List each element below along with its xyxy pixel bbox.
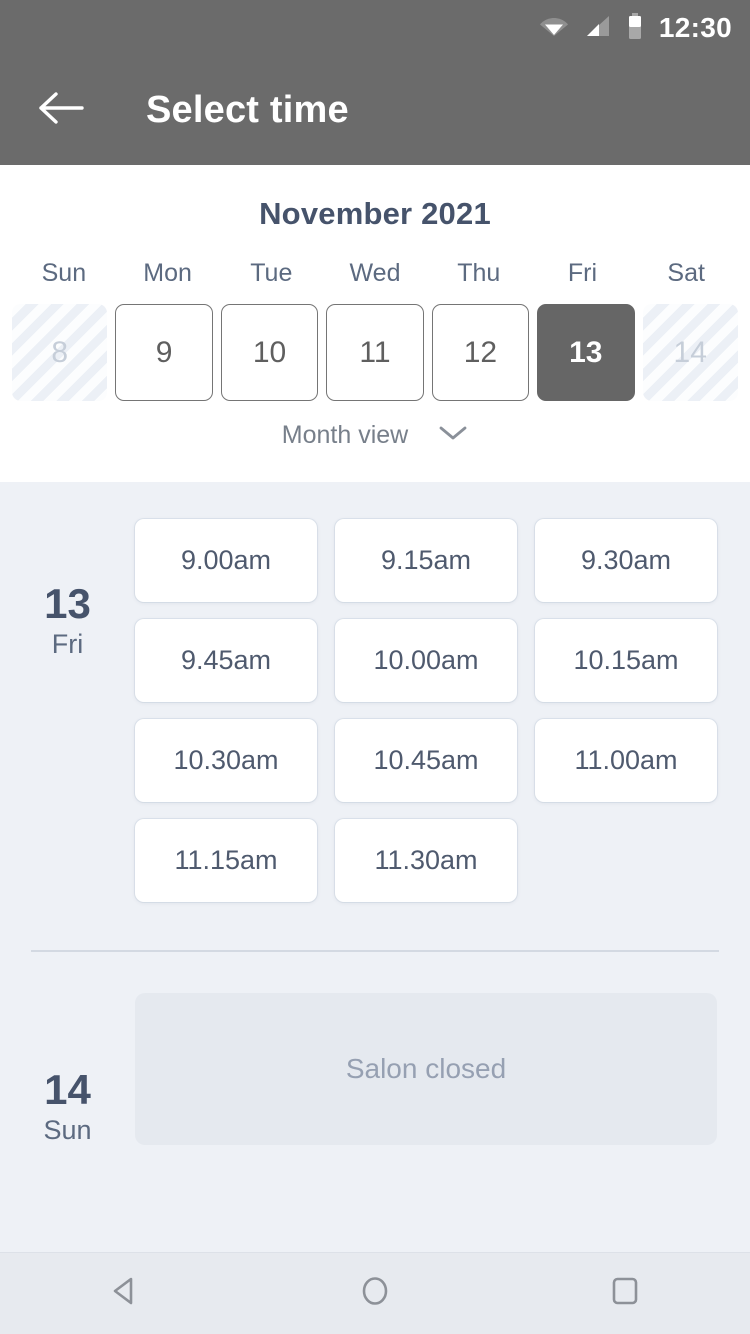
status-bar: 12:30 bbox=[0, 0, 750, 56]
day-label-weekday: Fri bbox=[51, 629, 84, 660]
calendar-day-10[interactable]: 10 bbox=[220, 304, 319, 401]
calendar-panel: November 2021 Sun Mon Tue Wed Thu Fri Sa… bbox=[0, 165, 750, 482]
time-slot-grid: 9.00am 9.15am 9.30am 9.45am 10.00am 10.1… bbox=[135, 519, 750, 902]
salon-closed-card: Salon closed bbox=[135, 993, 717, 1145]
day-label-weekday: Sun bbox=[43, 1115, 92, 1146]
arrow-left-icon bbox=[38, 90, 86, 131]
day-label-number: 14 bbox=[44, 1066, 91, 1113]
month-view-label: Month view bbox=[281, 421, 409, 449]
calendar-day-14: 14 bbox=[642, 304, 738, 401]
battery-icon bbox=[627, 12, 643, 44]
weekday-label: Sat bbox=[667, 259, 705, 287]
calendar-day-11[interactable]: 11 bbox=[326, 304, 424, 401]
signal-icon bbox=[585, 14, 611, 43]
weekday-label: Thu bbox=[457, 259, 501, 287]
calendar-month-title: November 2021 bbox=[259, 196, 491, 231]
nav-back-icon bbox=[105, 1271, 145, 1316]
nav-home-button[interactable] bbox=[315, 1253, 435, 1334]
time-slot[interactable]: 10.45am bbox=[335, 719, 517, 802]
page-title: Select time bbox=[146, 89, 349, 131]
calendar-day-row: 8 9 10 11 12 13 14 bbox=[0, 304, 750, 401]
weekday-label: Fri bbox=[567, 259, 598, 287]
calendar-day-12[interactable]: 12 bbox=[431, 304, 530, 401]
time-slot[interactable]: 10.30am bbox=[135, 719, 317, 802]
status-bar-clock: 12:30 bbox=[658, 12, 732, 43]
time-slot[interactable]: 11.15am bbox=[135, 819, 317, 902]
calendar-day-9[interactable]: 9 bbox=[115, 304, 213, 401]
day-group-14: 14 Sun Salon closed bbox=[0, 952, 750, 1146]
time-slot[interactable]: 11.30am bbox=[335, 819, 517, 902]
nav-back-button[interactable] bbox=[65, 1253, 185, 1334]
month-view-toggle[interactable]: Month view bbox=[0, 421, 750, 450]
weekday-label: Tue bbox=[250, 259, 293, 287]
android-nav-bar bbox=[0, 1252, 750, 1334]
nav-recents-button[interactable] bbox=[565, 1253, 685, 1334]
time-slot[interactable]: 9.45am bbox=[135, 619, 317, 702]
weekday-label: Sun bbox=[41, 259, 87, 287]
day-label-13: 13 Fri bbox=[0, 519, 135, 902]
time-slot[interactable]: 9.00am bbox=[135, 519, 317, 602]
time-slot[interactable]: 10.00am bbox=[335, 619, 517, 702]
phone-screen: 12:30 Select time November 2021 Sun Mon … bbox=[0, 0, 750, 1334]
app-bar: Select time bbox=[0, 56, 750, 165]
calendar-day-8: 8 bbox=[12, 304, 108, 401]
day-group-13: 13 Fri 9.00am 9.15am 9.30am 9.45am 10.00… bbox=[0, 482, 750, 902]
day-label-14: 14 Sun bbox=[0, 993, 135, 1146]
nav-home-icon bbox=[355, 1271, 395, 1316]
back-button[interactable] bbox=[24, 73, 100, 149]
time-slot[interactable]: 10.15am bbox=[535, 619, 717, 702]
wifi-icon bbox=[539, 14, 569, 43]
weekday-label: Wed bbox=[349, 259, 401, 287]
calendar-day-13[interactable]: 13 bbox=[537, 304, 635, 401]
schedule-body: 13 Fri 9.00am 9.15am 9.30am 9.45am 10.00… bbox=[0, 482, 750, 1252]
time-slot[interactable]: 11.00am bbox=[535, 719, 717, 802]
time-slot[interactable]: 9.15am bbox=[335, 519, 517, 602]
chevron-down-icon bbox=[438, 424, 468, 447]
status-icon-group bbox=[539, 12, 643, 44]
nav-recents-icon bbox=[605, 1271, 645, 1316]
day-label-number: 13 bbox=[44, 580, 91, 627]
weekday-label: Mon bbox=[143, 259, 192, 287]
time-slot[interactable]: 9.30am bbox=[535, 519, 717, 602]
weekday-header-row: Sun Mon Tue Wed Thu Fri Sat bbox=[0, 259, 750, 288]
